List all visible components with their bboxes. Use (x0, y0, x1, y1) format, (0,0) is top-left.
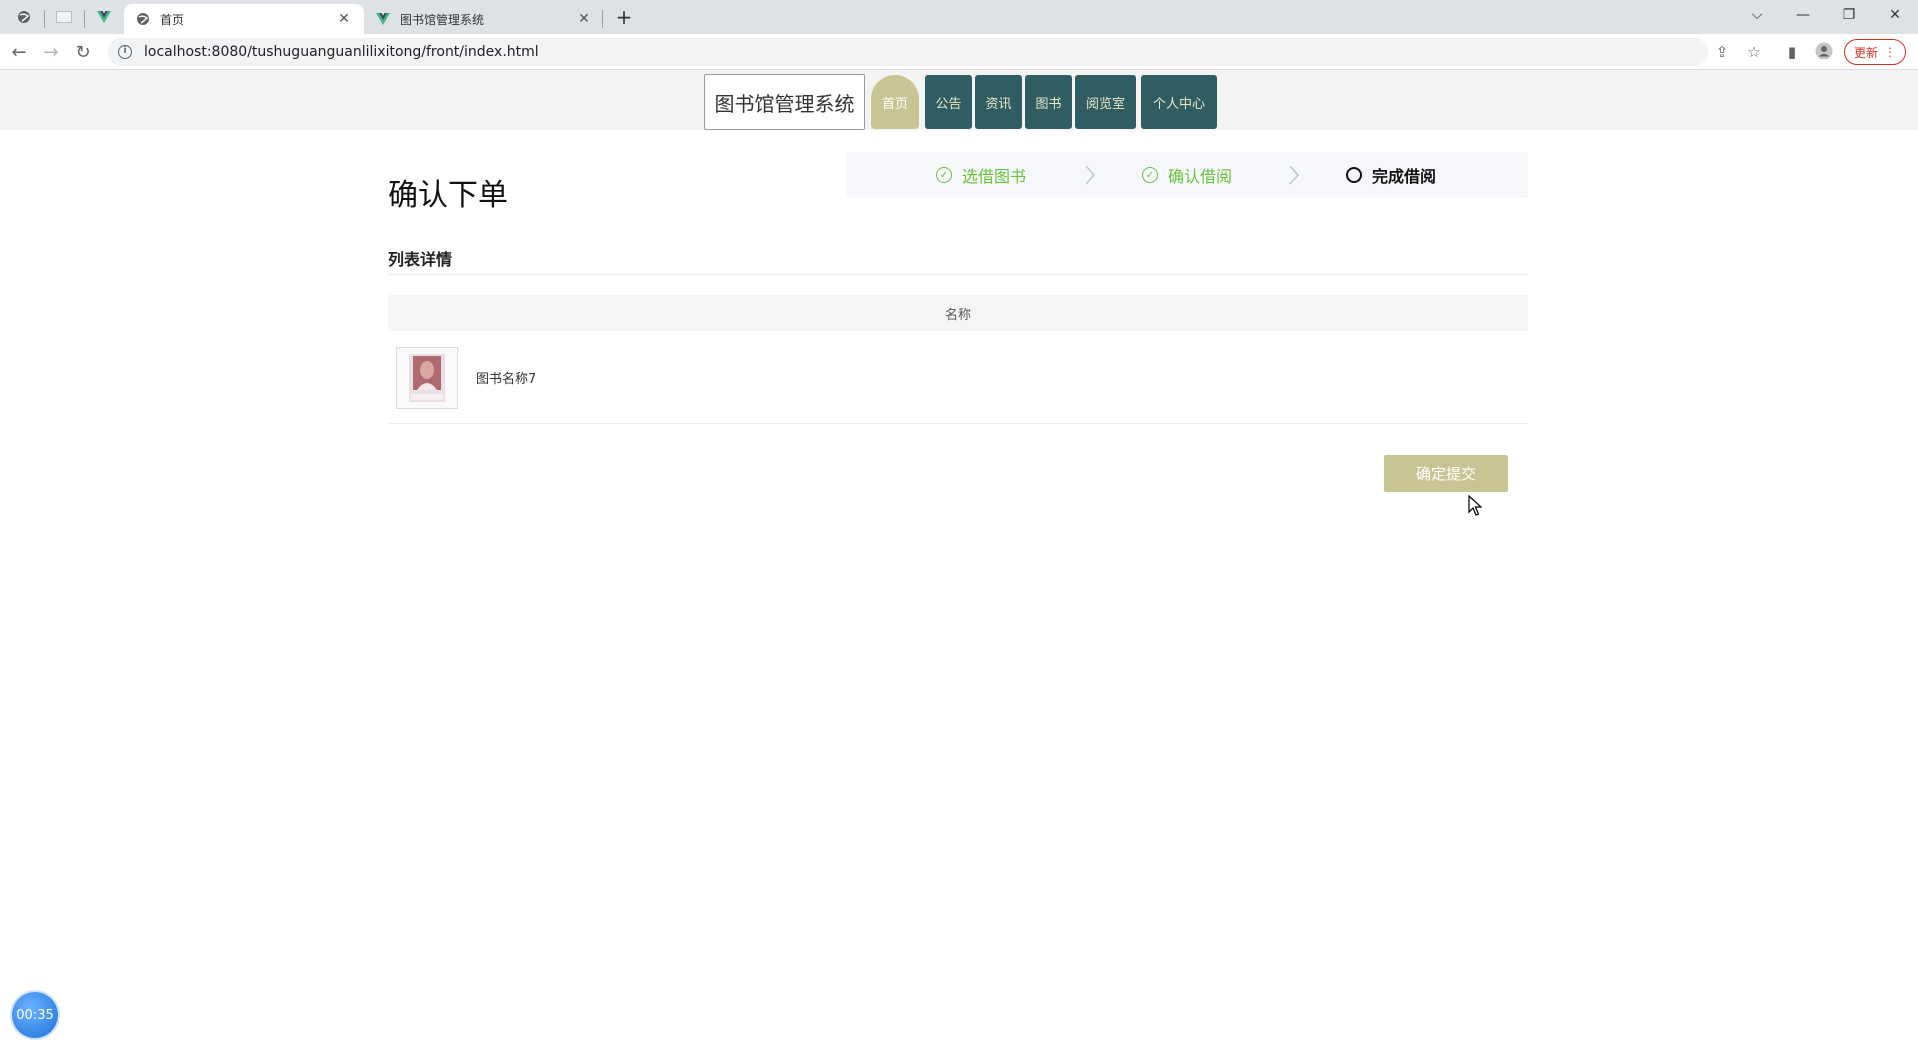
check-circle-icon: ✓ (1142, 167, 1158, 183)
column-header-name: 名称 (944, 307, 971, 323)
window-close-button[interactable]: ✕ (1872, 0, 1918, 30)
blank-page-icon (56, 11, 72, 23)
restore-button[interactable]: ❐ (1826, 0, 1872, 30)
vue-logo-icon (376, 13, 390, 25)
globe-icon (137, 13, 149, 25)
step-confirm-borrow: ✓ 确认借阅 (1142, 152, 1232, 198)
pinned-tab-globe[interactable] (6, 4, 42, 30)
tab-search-chevron-icon[interactable]: ⌵ (1734, 0, 1780, 30)
tab-home[interactable]: 首页 ✕ (124, 4, 364, 34)
circle-icon (1346, 167, 1362, 183)
nav-reading-room[interactable]: 阅览室 (1075, 75, 1136, 129)
reload-button[interactable]: ↻ (70, 39, 96, 65)
bookmark-star-icon[interactable]: ☆ (1744, 42, 1764, 62)
share-icon[interactable]: ⇪ (1712, 42, 1732, 62)
nav-books[interactable]: 图书 (1025, 75, 1072, 129)
nav-announcements[interactable]: 公告 (925, 75, 972, 129)
update-label: 更新 (1853, 45, 1878, 60)
close-icon[interactable]: ✕ (576, 11, 592, 27)
order-steps: ✓ 选借图书 ✓ 确认借阅 完成借阅 (846, 152, 1528, 198)
step-complete-borrow: 完成借阅 (1346, 152, 1436, 198)
book-name[interactable]: 图书名称7 (476, 368, 536, 387)
info-icon[interactable]: i (118, 45, 132, 59)
table-row: 图书名称7 (388, 332, 1528, 424)
nav-personal-center[interactable]: 个人中心 (1141, 75, 1217, 129)
check-circle-icon: ✓ (936, 167, 952, 183)
side-panel-icon[interactable]: ▮ (1782, 42, 1802, 62)
globe-icon (18, 11, 30, 23)
book-cover-image (396, 346, 458, 409)
chevron-right-icon (1289, 165, 1300, 185)
site-header: 图书馆管理系统 首页 公告 资讯 图书 阅览室 个人中心 (0, 70, 1918, 130)
nav-home[interactable]: 首页 (871, 75, 919, 129)
browser-toolbar: ← → ↻ i localhost:8080/tushuguanguanlili… (0, 34, 1918, 70)
back-button[interactable]: ← (6, 39, 32, 65)
site-logo[interactable]: 图书馆管理系统 (704, 74, 865, 130)
profile-avatar-icon[interactable] (1814, 42, 1834, 62)
step-label: 确认借阅 (1168, 167, 1233, 186)
page-title: 确认下单 (388, 178, 508, 213)
step-select-books: ✓ 选借图书 (936, 152, 1026, 198)
nav-news[interactable]: 资讯 (975, 75, 1022, 129)
more-menu-icon: ⋮ (1884, 45, 1896, 59)
address-bar[interactable]: i localhost:8080/tushuguanguanlilixitong… (108, 38, 1708, 66)
url-text[interactable]: localhost:8080/tushuguanguanlilixitong/f… (144, 44, 539, 60)
section-title: 列表详情 (388, 250, 453, 269)
table-header: 名称 (388, 295, 1528, 331)
chevron-right-icon (1085, 165, 1096, 185)
step-label: 完成借阅 (1372, 167, 1437, 186)
step-label: 选借图书 (962, 167, 1027, 186)
vue-logo-icon (97, 11, 111, 23)
forward-button[interactable]: → (38, 39, 64, 65)
pinned-tab-vue[interactable] (86, 4, 122, 30)
submit-button[interactable]: 确定提交 (1384, 455, 1508, 492)
tab-title: 首页 (160, 12, 185, 27)
mouse-cursor-icon (1468, 495, 1482, 516)
minimize-button[interactable]: — (1780, 0, 1826, 30)
pinned-tab-blank[interactable] (46, 4, 82, 30)
divider (388, 274, 1528, 275)
tab-title: 图书馆管理系统 (400, 12, 485, 27)
close-icon[interactable]: ✕ (336, 11, 352, 27)
browser-tab-strip: 首页 ✕ 图书馆管理系统 ✕ + ⌵ — ❐ ✕ (0, 0, 1918, 34)
timer-badge[interactable]: 00:35 (12, 992, 58, 1038)
tab-library-system[interactable]: 图书馆管理系统 ✕ (364, 4, 604, 34)
new-tab-button[interactable]: + (612, 6, 636, 30)
browser-update-button[interactable]: 更新 ⋮ (1844, 39, 1906, 65)
